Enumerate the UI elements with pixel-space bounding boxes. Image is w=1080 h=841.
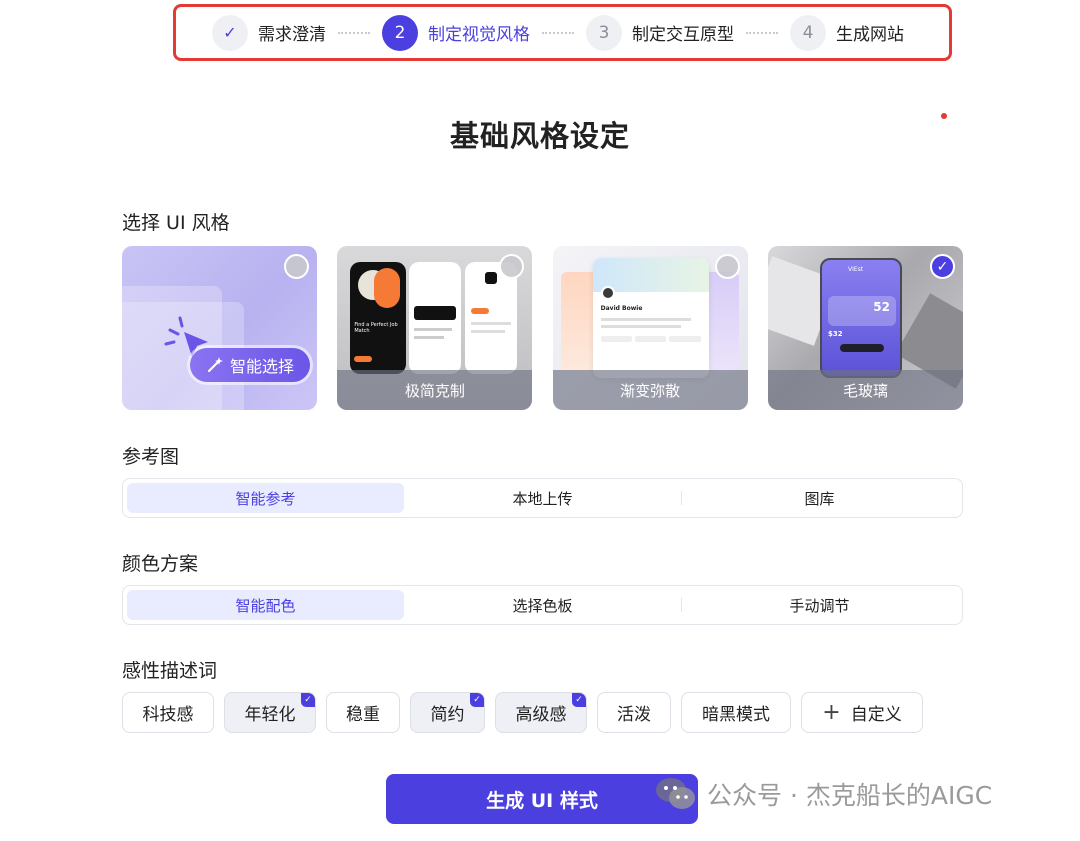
preview-brand: VIEst [847, 266, 864, 273]
check-icon: ✓ [470, 693, 484, 707]
tag-simple[interactable]: 简约 ✓ [410, 692, 485, 733]
tag-text: 稳重 [346, 705, 380, 725]
card-caption: 毛玻璃 [767, 370, 963, 410]
tag-steady[interactable]: 稳重 [326, 692, 400, 733]
card-caption: 渐变弥散 [552, 370, 748, 410]
style-card-smart[interactable]: 智能选择 [122, 246, 317, 410]
watermark: 公众号 · 杰克船长的AIGC [655, 776, 992, 812]
reference-option-smart[interactable]: 智能参考 [127, 483, 404, 513]
style-card-minimal[interactable]: Find a Perfect Job Match 极简克制 [337, 246, 533, 410]
step-1[interactable]: ✓ 需求澄清 [212, 14, 326, 51]
check-icon: ✓ [572, 693, 586, 707]
color-scheme-segmented: 智能配色 选择色板 手动调节 [122, 585, 963, 625]
card-radio[interactable] [714, 254, 740, 279]
step-4[interactable]: 4 生成网站 [790, 14, 904, 51]
card-radio[interactable] [499, 254, 525, 279]
step-divider [542, 31, 574, 34]
tag-dark-mode[interactable]: 暗黑模式 [681, 692, 791, 733]
step-label: 需求澄清 [258, 25, 326, 45]
preview-line [471, 322, 512, 325]
step-divider [338, 31, 370, 34]
preview-line [600, 318, 691, 321]
preview-glass-panel: 52 [827, 296, 896, 326]
watermark-text: 公众号 · 杰克船长的AIGC [707, 781, 993, 810]
wechat-icon [656, 778, 695, 809]
card-radio[interactable] [284, 254, 309, 279]
preview-line [414, 328, 453, 331]
ui-style-label: 选择 UI 风格 [122, 212, 230, 234]
step-3[interactable]: 3 制定交互原型 [586, 14, 734, 51]
reference-option-upload[interactable]: 本地上传 [404, 483, 681, 513]
preview-profile-card: David Bowie [592, 258, 709, 378]
tag-young[interactable]: 年轻化 ✓ [224, 692, 316, 733]
preview-price: $32 [827, 330, 843, 338]
avatar [600, 286, 615, 300]
reference-segmented: 智能参考 本地上传 图库 [122, 478, 963, 518]
style-cards: 智能选择 Find a Perfect Job Match 极简克制 David… [122, 246, 963, 410]
tag-text: 自定义 [850, 705, 902, 725]
preview-phone: VIEst 52 $32 [819, 258, 902, 378]
preview-shape [374, 268, 401, 308]
smart-choice-label: 智能选择 [229, 357, 294, 376]
reference-label: 参考图 [122, 446, 180, 468]
style-card-glass[interactable]: VIEst 52 $32 毛玻璃 ✓ [767, 246, 963, 410]
step-label: 生成网站 [836, 25, 904, 45]
tag-text: 年轻化 [244, 705, 296, 725]
preview-line [600, 325, 681, 328]
step-2[interactable]: 2 制定视觉风格 [382, 14, 530, 51]
tag-tech[interactable]: 科技感 [122, 692, 214, 733]
preview-phone: Find a Perfect Job Match [350, 262, 407, 374]
preview-logo [485, 272, 498, 284]
tag-text: 简约 [430, 705, 465, 725]
preview-button [839, 344, 884, 352]
check-icon: ✓ [301, 693, 315, 707]
tag-text: 活泼 [617, 705, 651, 725]
tag-premium[interactable]: 高级感 ✓ [495, 692, 587, 733]
step-label: 制定视觉风格 [428, 25, 530, 45]
reference-option-gallery[interactable]: 图库 [681, 483, 958, 513]
step-divider [746, 31, 778, 34]
style-card-gradient[interactable]: David Bowie 渐变弥散 [552, 246, 748, 410]
tag-lively[interactable]: 活泼 [597, 692, 671, 733]
preview-name: David Bowie [600, 305, 643, 312]
smart-choice-pill[interactable]: 智能选择 [190, 348, 310, 382]
tag-text: 高级感 [515, 705, 567, 725]
preview-button [354, 356, 373, 362]
plus-icon: + [822, 699, 841, 725]
descriptors-label: 感性描述词 [122, 660, 218, 682]
color-scheme-label: 颜色方案 [122, 553, 199, 575]
step-number: 2 [382, 14, 418, 51]
color-option-palette[interactable]: 选择色板 [404, 590, 681, 620]
preview-tags [600, 336, 701, 342]
preview-value: 52 [873, 300, 890, 314]
step-label: 制定交互原型 [632, 25, 734, 45]
color-option-manual[interactable]: 手动调节 [681, 590, 958, 620]
preview-line [414, 336, 445, 339]
descriptor-tags: 科技感 年轻化 ✓ 稳重 简约 ✓ 高级感 ✓ 活泼 暗黑模式 + 自定义 [122, 692, 933, 733]
generate-ui-style-button[interactable]: 生成 UI 样式 [386, 774, 698, 824]
color-option-smart[interactable]: 智能配色 [127, 590, 404, 620]
tag-text: 科技感 [142, 705, 194, 725]
step-number: 3 [586, 14, 622, 51]
magic-wand-icon [207, 357, 223, 373]
preview-line [471, 330, 506, 333]
tag-custom-button[interactable]: + 自定义 [801, 692, 923, 733]
preview-button [471, 308, 490, 314]
check-icon: ✓ [212, 14, 248, 51]
tag-text: 暗黑模式 [702, 705, 770, 725]
preview-card [414, 306, 457, 320]
preview-headline: Find a Perfect Job Match [354, 322, 398, 334]
step-number: 4 [790, 14, 826, 51]
stepper: ✓ 需求澄清 2 制定视觉风格 3 制定交互原型 4 生成网站 [173, 4, 952, 61]
preview-phone [409, 262, 462, 374]
page-title: 基础风格设定 [449, 119, 630, 153]
card-caption: 极简克制 [337, 370, 533, 410]
check-icon[interactable]: ✓ [929, 254, 955, 279]
